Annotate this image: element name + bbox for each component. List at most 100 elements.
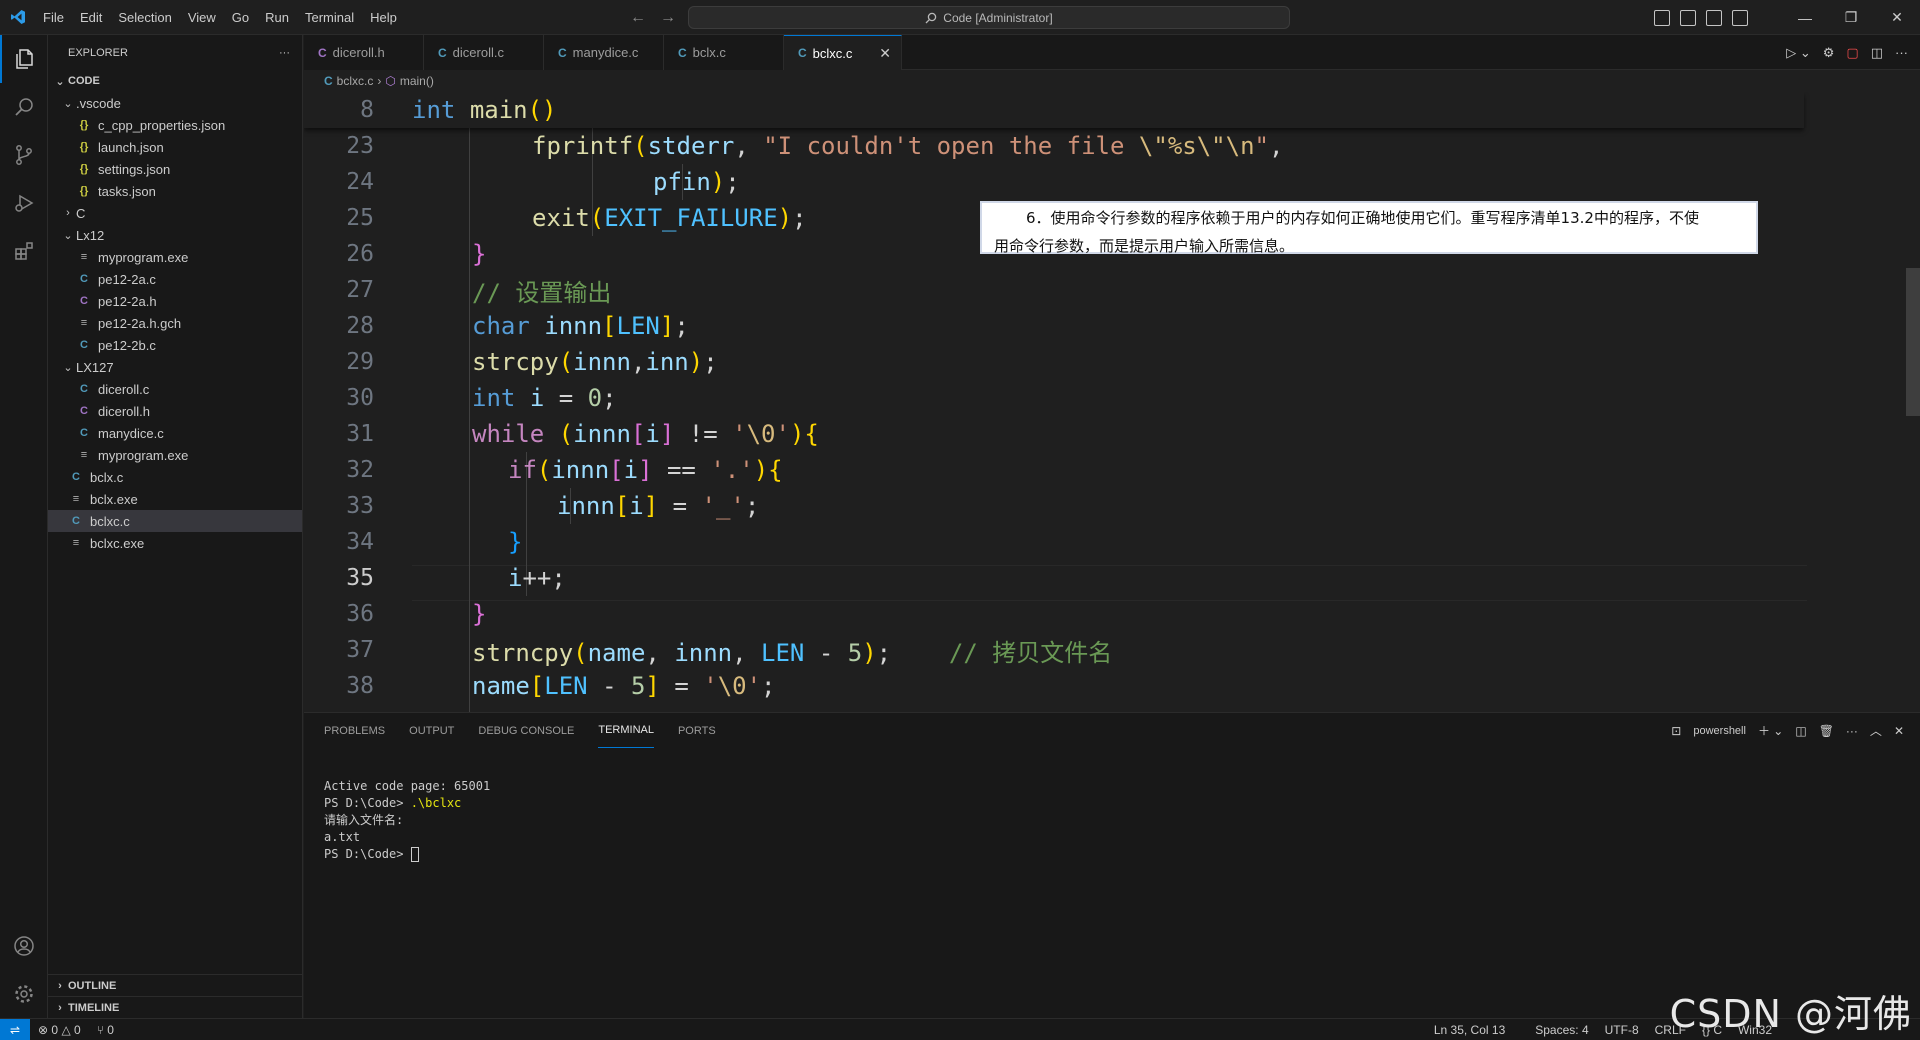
more-actions-icon[interactable]: ··· bbox=[1846, 724, 1858, 738]
code-editor[interactable]: 23 fprintf(stderr, "I couldn't open the f… bbox=[304, 92, 1920, 712]
code-line[interactable]: 29 strcpy(innn,inn); bbox=[304, 344, 1804, 380]
toggle-sidebar-icon[interactable] bbox=[1654, 9, 1670, 26]
code-line[interactable]: 30 int i = 0; bbox=[304, 380, 1804, 416]
encoding-status[interactable]: UTF-8 bbox=[1597, 1023, 1647, 1037]
workspace-root[interactable]: ⌄ CODE bbox=[48, 70, 302, 92]
maximize-panel-icon[interactable]: ︿ bbox=[1870, 722, 1882, 739]
tree-file[interactable]: ≡ bclxc.exe bbox=[48, 532, 302, 554]
run-debug-icon[interactable] bbox=[0, 179, 48, 227]
explorer-more-icon[interactable]: ··· bbox=[279, 47, 290, 59]
menu-terminal[interactable]: Terminal bbox=[297, 0, 362, 35]
tree-file[interactable]: ≡ pe12-2a.h.gch bbox=[48, 312, 302, 334]
tree-file[interactable]: ≡ myprogram.exe bbox=[48, 246, 302, 268]
tab-diceroll-h[interactable]: Cdiceroll.h bbox=[304, 35, 424, 70]
tab-debug-console[interactable]: DEBUG CONSOLE bbox=[478, 713, 574, 748]
ports-status[interactable]: ⑂ 0 bbox=[89, 1023, 122, 1037]
restore-button[interactable]: ❐ bbox=[1828, 0, 1874, 35]
terminal-line: PS D:\Code> .\bclxc bbox=[324, 796, 462, 810]
remote-indicator-icon[interactable]: ⇌ bbox=[0, 1018, 30, 1040]
tree-file[interactable]: Cpe12-2a.h bbox=[48, 290, 302, 312]
code-line[interactable]: 38 name[LEN - 5] = '\0'; bbox=[304, 668, 1804, 704]
more-actions-icon[interactable]: ··· bbox=[1895, 45, 1908, 60]
menu-run[interactable]: Run bbox=[257, 0, 297, 35]
tree-file[interactable]: Cmanydice.c bbox=[48, 422, 302, 444]
code-line[interactable]: 35 i++; bbox=[304, 560, 1804, 596]
search-view-icon[interactable] bbox=[0, 83, 48, 131]
close-panel-icon[interactable]: ✕ bbox=[1894, 724, 1904, 738]
menu-help[interactable]: Help bbox=[362, 0, 405, 35]
tree-file[interactable]: Cdiceroll.c bbox=[48, 378, 302, 400]
menu-go[interactable]: Go bbox=[224, 0, 257, 35]
tree-file[interactable]: ≡ bclx.exe bbox=[48, 488, 302, 510]
tree-file[interactable]: {} settings.json bbox=[48, 158, 302, 180]
kill-terminal-icon[interactable]: 🗑 bbox=[1819, 724, 1834, 738]
toggle-secondary-sidebar-icon[interactable] bbox=[1706, 9, 1722, 26]
code-line[interactable]: 23 fprintf(stderr, "I couldn't open the f… bbox=[304, 128, 1804, 164]
close-window-button[interactable]: ✕ bbox=[1874, 0, 1920, 35]
settings-gear-icon[interactable]: ⚙ bbox=[1823, 45, 1835, 61]
tree-file[interactable]: Cpe12-2a.c bbox=[48, 268, 302, 290]
run-file-icon[interactable]: ▷ ⌄ bbox=[1786, 45, 1811, 61]
close-tab-icon[interactable]: ✕ bbox=[879, 45, 891, 62]
cursor-position[interactable]: Ln 35, Col 13 bbox=[1426, 1023, 1513, 1037]
timeline-section[interactable]: › TIMELINE bbox=[48, 996, 303, 1019]
source-control-icon[interactable] bbox=[0, 131, 48, 179]
terminal-shell-label[interactable]: powershell bbox=[1693, 725, 1746, 737]
code-line[interactable]: 31 while (innn[i] != '\0'){ bbox=[304, 416, 1804, 452]
manage-gear-icon[interactable] bbox=[0, 970, 48, 1018]
command-center[interactable]: Code [Administrator] bbox=[688, 6, 1290, 29]
sticky-scroll-line[interactable]: 8 int main() bbox=[304, 92, 1804, 128]
split-terminal-icon[interactable]: ◫ bbox=[1795, 724, 1806, 738]
tab-manydice-c[interactable]: Cmanydice.c bbox=[544, 35, 664, 70]
code-line[interactable]: 36} bbox=[304, 596, 1804, 632]
forward-arrow-icon[interactable]: → bbox=[660, 9, 676, 27]
tree-file[interactable]: Cbclxc.c bbox=[48, 510, 302, 532]
tab-problems[interactable]: PROBLEMS bbox=[324, 713, 385, 748]
breadcrumb-symbol[interactable]: main() bbox=[400, 74, 434, 88]
customize-layout-icon[interactable] bbox=[1732, 9, 1748, 26]
menu-edit[interactable]: Edit bbox=[72, 0, 110, 35]
tree-file[interactable]: {} tasks.json bbox=[48, 180, 302, 202]
accounts-icon[interactable] bbox=[0, 922, 48, 970]
menu-selection[interactable]: Selection bbox=[110, 0, 179, 35]
breadcrumb-file[interactable]: bclxc.c bbox=[337, 74, 374, 88]
tab-bclx-c[interactable]: Cbclx.c bbox=[664, 35, 784, 70]
tree-file[interactable]: Cpe12-2b.c bbox=[48, 334, 302, 356]
outline-section[interactable]: › OUTLINE bbox=[48, 974, 303, 997]
code-line[interactable]: 34} bbox=[304, 524, 1804, 560]
code-line[interactable]: 37 strncpy(name, innn, LEN - 5); // 拷贝文件名 bbox=[304, 632, 1804, 668]
toggle-panel-icon[interactable] bbox=[1680, 9, 1696, 26]
tab-bclxc-c[interactable]: Cbclxc.c ✕ bbox=[784, 35, 902, 70]
tree-folder[interactable]: ⌄ LX127 bbox=[48, 356, 302, 378]
tree-folder[interactable]: › C bbox=[48, 202, 302, 224]
code-line[interactable]: 33 innn[i] = '_'; bbox=[304, 488, 1804, 524]
stop-icon[interactable]: ▢ bbox=[1846, 45, 1858, 61]
explorer-icon[interactable] bbox=[0, 35, 48, 83]
tab-diceroll-c[interactable]: Cdiceroll.c bbox=[424, 35, 544, 70]
split-editor-icon[interactable]: ◫ bbox=[1871, 45, 1883, 61]
menu-file[interactable]: File bbox=[35, 0, 72, 35]
tree-file[interactable]: {} c_cpp_properties.json bbox=[48, 114, 302, 136]
code-line[interactable]: 27 // 设置输出 bbox=[304, 272, 1804, 308]
tab-ports[interactable]: PORTS bbox=[678, 713, 716, 748]
terminal-output[interactable]: Active code page: 65001 PS D:\Code> .\bcl… bbox=[324, 761, 490, 897]
tree-file[interactable]: Cbclx.c bbox=[48, 466, 302, 488]
back-arrow-icon[interactable]: ← bbox=[630, 9, 646, 27]
problems-status[interactable]: ⊗ 0 △ 0 bbox=[30, 1023, 89, 1037]
editor-scrollbar[interactable] bbox=[1906, 268, 1920, 416]
tree-folder[interactable]: ⌄ .vscode bbox=[48, 92, 302, 114]
tree-file[interactable]: Cdiceroll.h bbox=[48, 400, 302, 422]
indentation-status[interactable]: Spaces: 4 bbox=[1527, 1023, 1596, 1037]
code-line[interactable]: 24 pfin); bbox=[304, 164, 1804, 200]
menu-view[interactable]: View bbox=[180, 0, 224, 35]
tab-terminal[interactable]: TERMINAL bbox=[598, 713, 654, 748]
tree-file[interactable]: {} launch.json bbox=[48, 136, 302, 158]
minimize-button[interactable]: — bbox=[1782, 0, 1828, 35]
code-line[interactable]: 32 if(innn[i] == '.'){ bbox=[304, 452, 1804, 488]
code-line[interactable]: 28 char innn[LEN]; bbox=[304, 308, 1804, 344]
tab-output[interactable]: OUTPUT bbox=[409, 713, 454, 748]
tree-file[interactable]: ≡ myprogram.exe bbox=[48, 444, 302, 466]
new-terminal-icon[interactable]: ＋ ⌄ bbox=[1758, 722, 1783, 739]
extensions-icon[interactable] bbox=[0, 227, 48, 275]
tree-folder[interactable]: ⌄ Lx12 bbox=[48, 224, 302, 246]
